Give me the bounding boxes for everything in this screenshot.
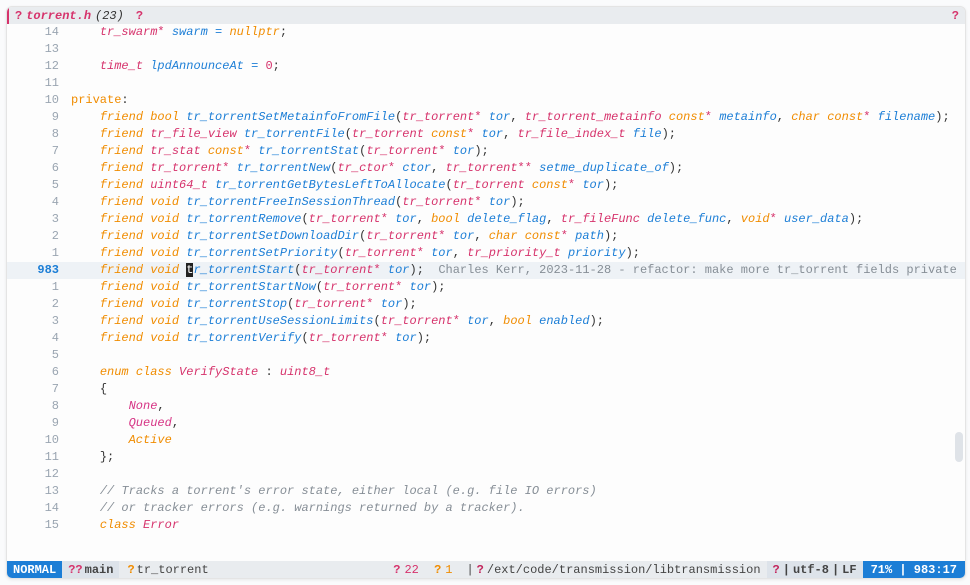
- error-icon: ?: [393, 563, 400, 577]
- encoding-icon: ?: [773, 563, 780, 577]
- code-context: ?tr_torrent: [119, 563, 216, 577]
- gutter-rel: 3: [7, 211, 67, 228]
- gutter-rel: 10: [7, 92, 67, 109]
- file-change-count: (23): [95, 9, 124, 23]
- code-line: // or tracker errors (e.g. warnings retu…: [67, 500, 965, 517]
- gutter-rel: 14: [7, 500, 67, 517]
- status-bar: NORMAL ??main ?tr_torrent ? 22 ? 1 | ?/ext…: [7, 561, 965, 578]
- code-line: friend void tr_torrentFreeInSessionThrea…: [67, 194, 965, 211]
- code-line: friend void tr_torrentSetDownloadDir(tr_…: [67, 228, 965, 245]
- branch-icon: ??: [68, 563, 82, 577]
- scrollbar-thumb[interactable]: [955, 432, 963, 462]
- warning-count: 1: [445, 563, 452, 577]
- code-line: enum class VerifyState : uint8_t: [67, 364, 965, 381]
- gutter-abs: 983: [7, 262, 67, 279]
- code-line: time_t lpdAnnounceAt = 0;: [67, 58, 965, 75]
- gutter-rel: 6: [7, 364, 67, 381]
- code-line: {: [67, 381, 965, 398]
- code-line: // Tracks a torrent's error state, eithe…: [67, 483, 965, 500]
- code-line: Queued,: [67, 415, 965, 432]
- gutter-rel: 12: [7, 466, 67, 483]
- code-line: friend void tr_torrentStop(tr_torrent* t…: [67, 296, 965, 313]
- gutter-rel: 10: [7, 432, 67, 449]
- code-line: friend void tr_torrentVerify(tr_torrent*…: [67, 330, 965, 347]
- code-line: friend void tr_torrentStartNow(tr_torren…: [67, 279, 965, 296]
- git-blame: Charles Kerr, 2023-11-28 - refactor: mak…: [424, 263, 965, 277]
- code-line: [67, 466, 965, 483]
- file-name: torrent.h: [26, 9, 91, 23]
- gutter-rel: 9: [7, 415, 67, 432]
- scroll-percent: 71%: [871, 563, 893, 577]
- gutter-rel: 14: [7, 24, 67, 41]
- gutter-rel: 2: [7, 296, 67, 313]
- gutter-rel: 4: [7, 330, 67, 347]
- gutter-rel: 1: [7, 245, 67, 262]
- code-line: friend tr_torrent* tr_torrentNew(tr_ctor…: [67, 160, 965, 177]
- gutter-rel: 5: [7, 347, 67, 364]
- code-line: private:: [67, 92, 965, 109]
- file-icon: ?: [15, 9, 22, 23]
- gutter-rel: 7: [7, 143, 67, 160]
- vim-mode: NORMAL: [7, 561, 62, 578]
- code-area[interactable]: 14 tr_swarm* swarm = nullptr; 13 12 time…: [7, 24, 965, 561]
- error-count: 22: [404, 563, 418, 577]
- encoding-seg[interactable]: ? | utf-8 | LF: [767, 561, 863, 578]
- gutter-rel: 9: [7, 109, 67, 126]
- code-line: class Error: [67, 517, 965, 534]
- code-line: friend void tr_torrentRemove(tr_torrent*…: [67, 211, 965, 228]
- folder-icon: ?: [477, 563, 484, 577]
- gutter-rel: 13: [7, 483, 67, 500]
- code-line: Active: [67, 432, 965, 449]
- tab-right-icon: ?: [952, 9, 959, 23]
- gutter-rel: 8: [7, 126, 67, 143]
- tab-bar: ? torrent.h (23) ? ?: [7, 7, 965, 24]
- scrollbar[interactable]: [955, 42, 963, 543]
- code-line: friend void tr_torrentUseSessionLimits(t…: [67, 313, 965, 330]
- gutter-rel: 12: [7, 58, 67, 75]
- warning-icon: ?: [434, 563, 441, 577]
- cursor-position: 983:17: [914, 563, 957, 577]
- tab-separator-icon: ?: [136, 9, 143, 23]
- code-line: [67, 41, 965, 58]
- code-line: friend tr_stat const* tr_torrentStat(tr_…: [67, 143, 965, 160]
- file-path-seg: | ?/ext/code/transmission/libtransmissio…: [460, 563, 766, 577]
- encoding: utf-8: [793, 563, 829, 577]
- gutter-rel: 3: [7, 313, 67, 330]
- git-branch[interactable]: ??main: [62, 561, 119, 578]
- line-ending: LF: [842, 563, 856, 577]
- code-line: };: [67, 449, 965, 466]
- gutter-rel: 2: [7, 228, 67, 245]
- file-path: /ext/code/transmission/libtransmission: [487, 563, 761, 577]
- gutter-rel: 8: [7, 398, 67, 415]
- gutter-rel: 13: [7, 41, 67, 58]
- file-tab[interactable]: ? torrent.h (23): [9, 7, 130, 24]
- code-line: friend uint64_t tr_torrentGetBytesLeftTo…: [67, 177, 965, 194]
- gutter-rel: 4: [7, 194, 67, 211]
- code-line: friend void tr_torrentSetPriority(tr_tor…: [67, 245, 965, 262]
- gutter-rel: 6: [7, 160, 67, 177]
- context-icon: ?: [127, 563, 134, 577]
- code-line: friend bool tr_torrentSetMetainfoFromFil…: [67, 109, 965, 126]
- gutter-rel: 11: [7, 449, 67, 466]
- position-seg: 71% | 983:17: [863, 561, 965, 578]
- gutter-rel: 11: [7, 75, 67, 92]
- code-line: friend tr_file_view tr_torrentFile(tr_to…: [67, 126, 965, 143]
- gutter-rel: 15: [7, 517, 67, 534]
- code-line: [67, 347, 965, 364]
- code-current-line: friend void tr_torrentStart(tr_torrent* …: [67, 262, 965, 279]
- editor-window: ? torrent.h (23) ? ? 14 tr_swarm* swarm …: [6, 6, 966, 579]
- gutter-rel: 5: [7, 177, 67, 194]
- code-line: None,: [67, 398, 965, 415]
- diagnostics[interactable]: ? 22 ? 1: [385, 563, 460, 577]
- code-line: tr_swarm* swarm = nullptr;: [67, 24, 965, 41]
- code-line: [67, 75, 965, 92]
- gutter-rel: 1: [7, 279, 67, 296]
- gutter-rel: 7: [7, 381, 67, 398]
